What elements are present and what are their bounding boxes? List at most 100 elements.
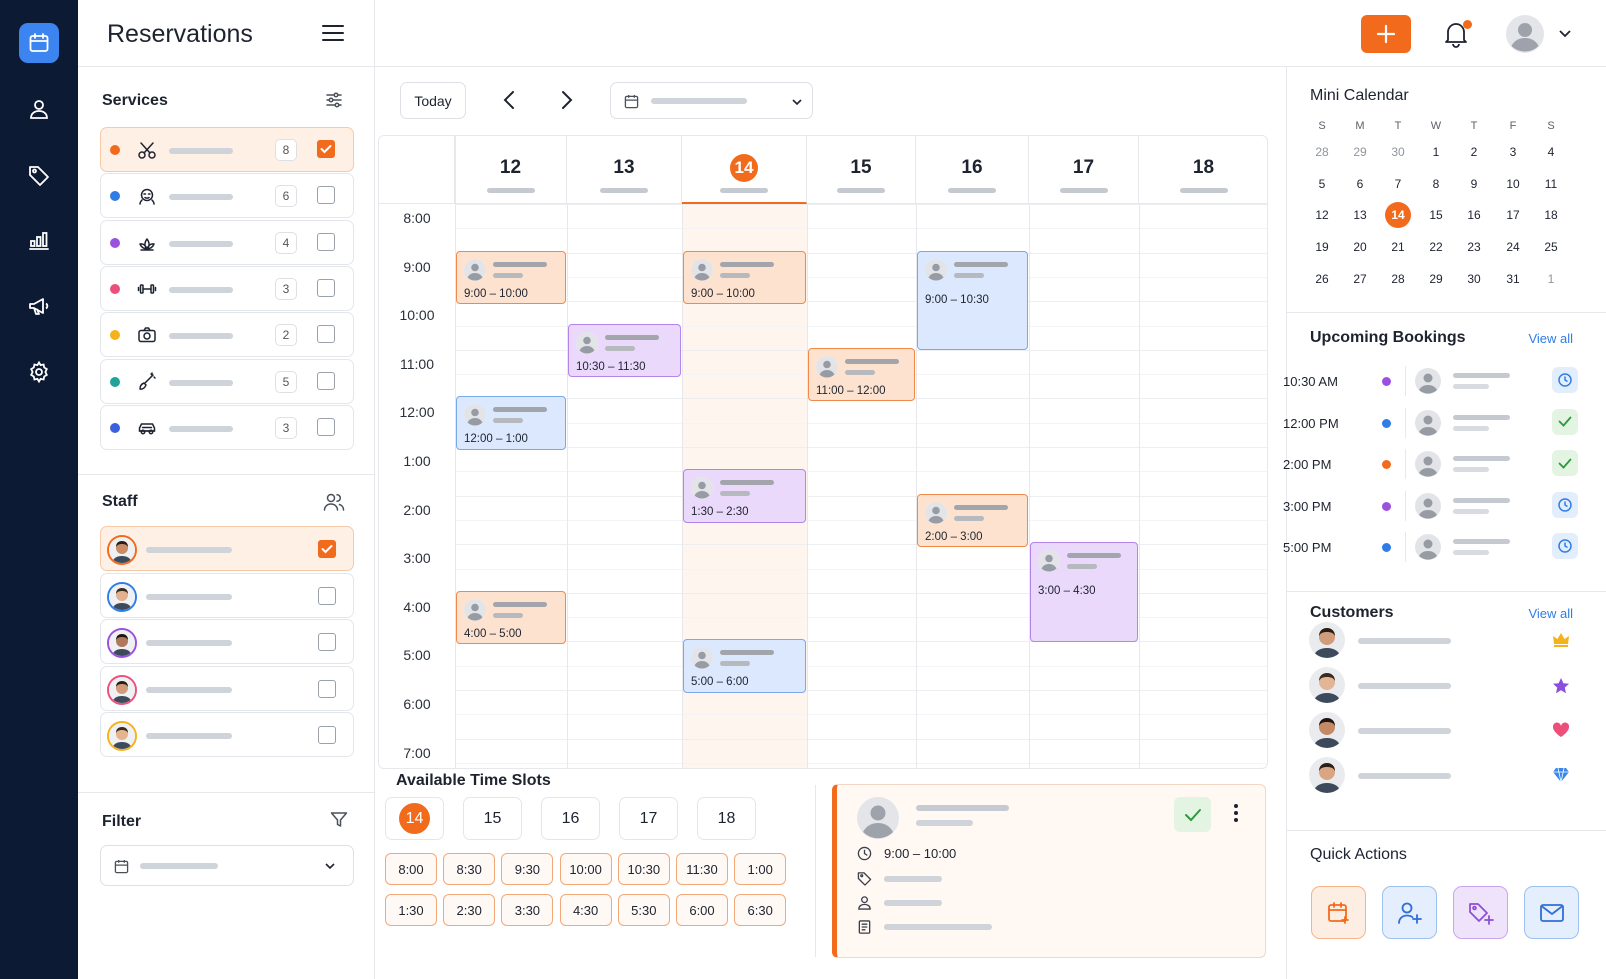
- mini-calendar-day[interactable]: 27: [1345, 272, 1375, 286]
- mini-calendar-day[interactable]: 10: [1498, 177, 1528, 191]
- mini-calendar-day[interactable]: 29: [1421, 272, 1451, 286]
- upcoming-booking-item[interactable]: 5:00 PM: [1283, 526, 1606, 566]
- staff-checkbox[interactable]: [318, 726, 336, 744]
- staff-item[interactable]: [100, 572, 354, 618]
- quick-action-add-customer[interactable]: [1382, 886, 1437, 939]
- slot-day-tab[interactable]: 16: [541, 797, 600, 840]
- service-checkbox[interactable]: [317, 371, 335, 390]
- upcoming-booking-item[interactable]: 12:00 PM: [1283, 402, 1606, 442]
- mini-calendar-day[interactable]: 4: [1536, 145, 1566, 159]
- booking-event[interactable]: 3:00 – 4:30: [1030, 542, 1138, 642]
- booking-event[interactable]: 5:00 – 6:00: [683, 639, 806, 693]
- service-item[interactable]: 6: [100, 173, 354, 219]
- quick-action-send-message[interactable]: [1524, 886, 1579, 939]
- time-slot[interactable]: 8:30: [443, 853, 496, 885]
- mini-calendar-day[interactable]: 19: [1307, 240, 1337, 254]
- time-slot[interactable]: 5:30: [617, 894, 670, 926]
- mini-calendar-day[interactable]: 1: [1536, 272, 1566, 286]
- menu-button[interactable]: [321, 22, 347, 46]
- mini-calendar-day[interactable]: 5: [1307, 177, 1337, 191]
- nav-calendar[interactable]: [19, 23, 59, 63]
- service-item[interactable]: 3: [100, 404, 354, 450]
- next-week-button[interactable]: [560, 89, 574, 111]
- mini-calendar-day[interactable]: 12: [1307, 208, 1337, 222]
- mini-calendar-day[interactable]: 13: [1345, 208, 1375, 222]
- prev-week-button[interactable]: [502, 89, 516, 111]
- booking-event[interactable]: 9:00 – 10:00: [683, 250, 806, 305]
- mini-calendar-day[interactable]: 29: [1345, 145, 1375, 159]
- slot-day-tab[interactable]: 18: [697, 797, 756, 840]
- staff-checkbox[interactable]: [318, 540, 336, 558]
- mini-calendar-day[interactable]: 28: [1383, 272, 1413, 286]
- booking-event[interactable]: 10:30 – 11:30: [568, 323, 681, 377]
- booking-event[interactable]: 12:00 – 1:00: [456, 396, 566, 450]
- more-options-button[interactable]: [1233, 803, 1239, 823]
- staff-checkbox[interactable]: [318, 679, 336, 698]
- day-header[interactable]: 13: [567, 136, 682, 204]
- time-slot[interactable]: 10:00: [559, 853, 612, 885]
- booking-detail-card[interactable]: 9:00 – 10:00: [832, 784, 1266, 958]
- mini-calendar-day[interactable]: 7: [1383, 177, 1413, 191]
- time-slot[interactable]: 1:30: [385, 894, 437, 926]
- service-checkbox[interactable]: [317, 417, 335, 436]
- service-checkbox[interactable]: [317, 278, 335, 297]
- service-item[interactable]: 3: [100, 265, 354, 311]
- mini-calendar-day[interactable]: 23: [1459, 240, 1489, 254]
- mini-calendar-day[interactable]: 21: [1383, 240, 1413, 254]
- date-range-select[interactable]: [610, 82, 813, 119]
- nav-settings[interactable]: [19, 352, 59, 392]
- mini-calendar-day[interactable]: 14: [1385, 202, 1411, 229]
- customer-item[interactable]: [1287, 755, 1606, 795]
- booking-event[interactable]: 4:00 – 5:00: [456, 590, 566, 645]
- staff-checkbox[interactable]: [318, 633, 336, 651]
- service-item[interactable]: 8: [100, 127, 354, 172]
- add-booking-button[interactable]: [1361, 15, 1411, 53]
- filter-button[interactable]: [330, 811, 348, 829]
- service-checkbox[interactable]: [317, 325, 335, 344]
- nav-marketing[interactable]: [19, 286, 59, 326]
- slot-day-tab[interactable]: 17: [619, 797, 678, 840]
- quick-action-new-booking[interactable]: [1311, 886, 1366, 939]
- mini-calendar-day[interactable]: 20: [1345, 240, 1375, 254]
- day-header[interactable]: 15: [807, 136, 916, 204]
- nav-services[interactable]: [19, 155, 59, 195]
- mini-calendar-day[interactable]: 11: [1536, 177, 1566, 191]
- time-slot[interactable]: 8:00: [385, 853, 437, 885]
- mini-calendar-day[interactable]: 25: [1536, 240, 1566, 254]
- notifications-button[interactable]: [1443, 20, 1473, 50]
- mini-calendar-day[interactable]: 24: [1498, 240, 1528, 254]
- staff-item[interactable]: [100, 526, 354, 571]
- booking-event[interactable]: 1:30 – 2:30: [683, 469, 806, 523]
- day-header[interactable]: 16: [916, 136, 1029, 204]
- booking-event[interactable]: 9:00 – 10:30: [917, 250, 1028, 351]
- nav-customers[interactable]: [19, 89, 59, 129]
- service-item[interactable]: 2: [100, 312, 354, 358]
- upcoming-view-all-link[interactable]: View all: [1528, 331, 1573, 346]
- time-slot[interactable]: 6:00: [676, 894, 728, 926]
- upcoming-booking-item[interactable]: 2:00 PM: [1283, 443, 1606, 483]
- customer-item[interactable]: [1287, 620, 1606, 660]
- day-header[interactable]: 18: [1139, 136, 1267, 204]
- service-checkbox[interactable]: [317, 186, 335, 205]
- mini-calendar-day[interactable]: 17: [1498, 208, 1528, 222]
- day-header[interactable]: 14: [682, 136, 807, 204]
- time-slot[interactable]: 1:00: [734, 853, 787, 885]
- time-slot[interactable]: 9:30: [501, 853, 554, 885]
- mini-calendar-day[interactable]: 31: [1498, 272, 1528, 286]
- service-item[interactable]: 5: [100, 358, 354, 404]
- staff-checkbox[interactable]: [318, 586, 336, 605]
- mini-calendar-day[interactable]: 3: [1498, 145, 1528, 159]
- customer-item[interactable]: [1287, 665, 1606, 705]
- time-slot[interactable]: 2:30: [443, 894, 496, 926]
- account-menu[interactable]: [1506, 15, 1581, 53]
- mini-calendar-day[interactable]: 18: [1536, 208, 1566, 222]
- mini-calendar-day[interactable]: 30: [1459, 272, 1489, 286]
- slot-day-tab[interactable]: 15: [463, 797, 522, 840]
- nav-reports[interactable]: [19, 220, 59, 260]
- time-slot[interactable]: 6:30: [734, 894, 787, 926]
- staff-item[interactable]: [100, 665, 354, 711]
- mini-calendar-day[interactable]: 28: [1307, 145, 1337, 159]
- day-header[interactable]: 17: [1029, 136, 1139, 204]
- customer-item[interactable]: [1287, 710, 1606, 750]
- time-slot[interactable]: 3:30: [501, 894, 554, 926]
